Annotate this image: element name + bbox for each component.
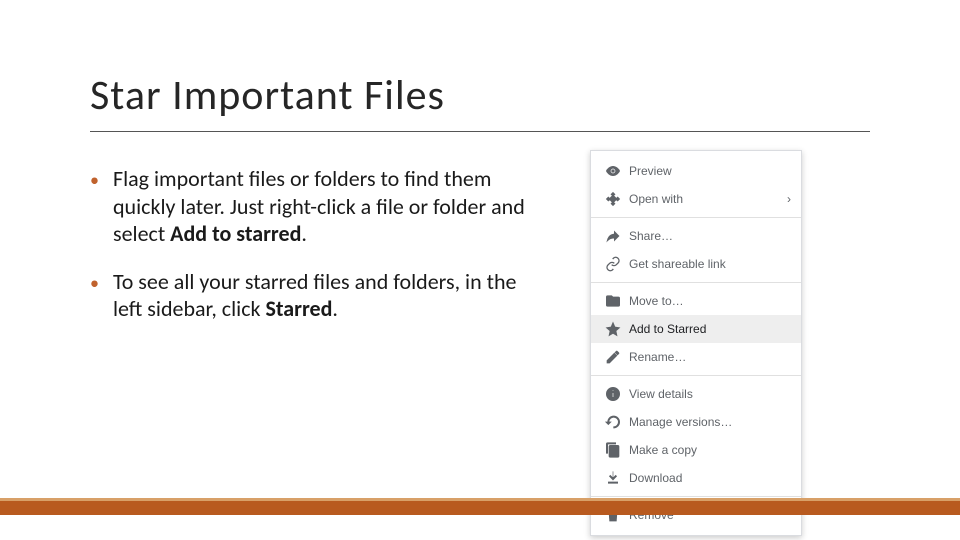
- menu-label: Open with: [625, 192, 791, 206]
- menu-item-rename[interactable]: Rename…: [591, 343, 801, 371]
- link-icon: [601, 256, 625, 272]
- pencil-icon: [601, 349, 625, 365]
- menu-label: Make a copy: [625, 443, 791, 457]
- bullet-icon: •: [90, 169, 99, 248]
- menu-label: Move to…: [625, 294, 791, 308]
- bullet-2: • To see all your starred files and fold…: [90, 268, 550, 323]
- bullet-icon: •: [90, 272, 99, 323]
- slide: Star Important Files • Flag important fi…: [0, 0, 960, 540]
- bullet-1: • Flag important files or folders to fin…: [90, 165, 550, 248]
- menu-separator: [591, 217, 801, 218]
- bullet-1-post: .: [301, 220, 307, 247]
- bullet-2-post: .: [332, 295, 338, 322]
- menu-label: Preview: [625, 164, 791, 178]
- menu-label: Manage versions…: [625, 415, 791, 429]
- info-icon: [601, 386, 625, 402]
- folder-move-icon: [601, 293, 625, 309]
- download-icon: [601, 470, 625, 486]
- bullet-2-bold: Starred: [265, 295, 332, 322]
- bullet-2-text: To see all your starred files and folder…: [113, 268, 550, 323]
- menu-item-manage-versions[interactable]: Manage versions…: [591, 408, 801, 436]
- menu-label: Get shareable link: [625, 257, 791, 271]
- menu-item-open-with[interactable]: Open with ›: [591, 185, 801, 213]
- menu-separator: [591, 282, 801, 283]
- menu-item-download[interactable]: Download: [591, 464, 801, 492]
- menu-label: View details: [625, 387, 791, 401]
- menu-item-add-to-starred[interactable]: Add to Starred: [591, 315, 801, 343]
- menu-item-get-link[interactable]: Get shareable link: [591, 250, 801, 278]
- context-menu: Preview Open with › Share… Get shareable…: [590, 150, 802, 536]
- menu-item-preview[interactable]: Preview: [591, 157, 801, 185]
- share-icon: [601, 228, 625, 244]
- slide-title: Star Important Files: [90, 70, 870, 132]
- menu-label: Share…: [625, 229, 791, 243]
- slide-body: • Flag important files or folders to fin…: [90, 165, 550, 343]
- menu-item-share[interactable]: Share…: [591, 222, 801, 250]
- menu-label: Add to Starred: [625, 322, 791, 336]
- menu-separator: [591, 496, 801, 497]
- bullet-1-bold: Add to starred: [170, 220, 301, 247]
- copy-icon: [601, 442, 625, 458]
- star-icon: [601, 321, 625, 337]
- open-with-icon: [601, 191, 625, 207]
- bullet-1-text: Flag important files or folders to find …: [113, 165, 550, 248]
- chevron-right-icon: ›: [787, 192, 791, 206]
- history-icon: [601, 414, 625, 430]
- menu-item-make-copy[interactable]: Make a copy: [591, 436, 801, 464]
- menu-item-view-details[interactable]: View details: [591, 380, 801, 408]
- menu-item-move-to[interactable]: Move to…: [591, 287, 801, 315]
- menu-label: Download: [625, 471, 791, 485]
- footer-accent-band: [0, 501, 960, 515]
- menu-label: Rename…: [625, 350, 791, 364]
- menu-separator: [591, 375, 801, 376]
- eye-icon: [601, 163, 625, 179]
